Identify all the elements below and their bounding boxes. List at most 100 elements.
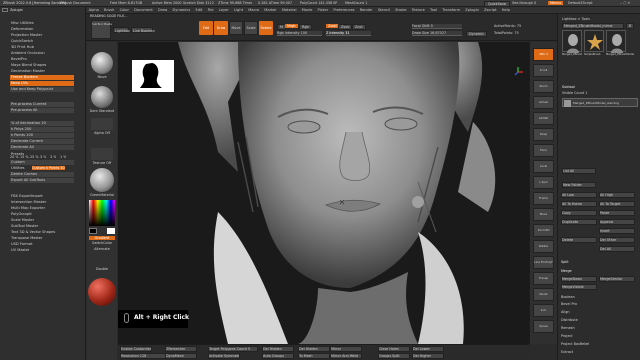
menu-file[interactable]: File: [205, 7, 216, 13]
merge-mergedown-button[interactable]: MergeDown: [561, 276, 597, 283]
r-button[interactable]: R: [626, 23, 634, 30]
switch-color-button[interactable]: SwitchColor: [89, 241, 115, 245]
dynamic-button[interactable]: Dynamic: [466, 31, 487, 38]
zplugin-item-ambient-occlusion[interactable]: Ambient Occlusion: [10, 51, 74, 56]
menu-stencil[interactable]: Stencil: [375, 7, 392, 13]
material-sphere-icon[interactable]: [90, 168, 114, 192]
menu-material[interactable]: Material: [279, 7, 299, 13]
bottom-zremesher-button[interactable]: ZRemesher: [165, 346, 197, 353]
zplugin-item-multi-map-exporter[interactable]: Multi Map Exporter: [10, 206, 74, 211]
view-move-button[interactable]: Move: [533, 208, 554, 221]
menu-edit[interactable]: Edit: [193, 7, 205, 13]
main-color-swatch[interactable]: [89, 228, 97, 234]
boolean-section[interactable]: Boolean: [561, 295, 575, 299]
zplugin-item-text-3d-vector-shapes[interactable]: Text 3D & Vector Shapes: [10, 230, 74, 235]
menu-document[interactable]: Document: [132, 7, 156, 13]
draw-button[interactable]: Draw: [214, 21, 228, 35]
bottom-resolution-128-button[interactable]: Resolution 128: [120, 353, 170, 360]
view-rotate-button[interactable]: Rotate: [533, 240, 554, 253]
menu-alpha[interactable]: Alpha: [86, 7, 101, 13]
view-solo-button[interactable]: Solo: [533, 304, 554, 317]
menu-movie[interactable]: Movie: [299, 7, 315, 13]
view-spix-3-button[interactable]: SPix 3: [533, 48, 554, 61]
bottom-to-mesh-button[interactable]: To Mesh: [298, 353, 330, 360]
move-button[interactable]: Move: [229, 21, 243, 35]
view-scroll-button[interactable]: Scroll: [533, 64, 554, 77]
canvas-viewport[interactable]: Alt + Right Click: [118, 42, 529, 344]
view-line-fill-polyf-button[interactable]: Line Fill PolyF: [533, 256, 554, 269]
subtool-remesh-section[interactable]: Remesh: [561, 326, 575, 330]
subtool-insert-button[interactable]: Insert: [599, 228, 635, 235]
list-all-button[interactable]: List All: [562, 168, 596, 175]
color-picker[interactable]: [89, 200, 115, 226]
draw-size-slider[interactable]: Draw Size 16.87027: [412, 31, 462, 37]
menu-preferences[interactable]: Preferences: [331, 7, 357, 13]
zplugin-item-usd-format[interactable]: USD Format: [10, 242, 74, 247]
menu-color[interactable]: Color: [117, 7, 132, 13]
custom-k-points-slider[interactable]: Custom k Points 30: [32, 166, 65, 171]
subtool-append-button[interactable]: Append: [599, 219, 635, 226]
gradient-button[interactable]: Gradient: [89, 236, 115, 241]
subtool-list-item[interactable]: Merged_ZBrushModel_warning: [562, 98, 638, 107]
zplugin-item-bevelpro[interactable]: BevelPro: [10, 57, 74, 62]
subtool-project-section[interactable]: Project: [561, 334, 573, 338]
rgb-button[interactable]: Rgb: [299, 24, 312, 31]
live-boolean-button[interactable]: Live Boolean: [131, 27, 155, 33]
menu-picker[interactable]: Picker: [315, 7, 331, 13]
view-persp-button[interactable]: Persp: [533, 128, 554, 141]
subtool-distribute-section[interactable]: Distribute: [561, 318, 578, 322]
subtool-paste-button[interactable]: Paste: [599, 210, 635, 217]
zplugin-item-pre-process-all[interactable]: Pre-process All: [10, 108, 74, 113]
zplugin-item-maya-blend-shapes[interactable]: Maya Blend Shapes: [10, 63, 74, 68]
stencil-alpha-preview[interactable]: [132, 60, 174, 92]
menu-render[interactable]: Render: [357, 7, 375, 13]
window-controls-icon[interactable]: ‒ ▢ ✕: [620, 1, 630, 5]
subtool-delete-button[interactable]: Delete: [561, 237, 597, 244]
view-zoom3d-button[interactable]: Zoom3D: [533, 224, 554, 237]
zplugin-item-subtool-master[interactable]: SubTool Master: [10, 224, 74, 229]
alternate-button[interactable]: Alternate: [89, 247, 115, 251]
zplugin-item--of-decimation-20[interactable]: % of decimation 20: [10, 121, 74, 126]
bottom-enable-customize-button[interactable]: Enable Customize: [120, 346, 152, 353]
preset-chip[interactable]: 3 %: [40, 155, 46, 159]
bottom-dynamesh-button[interactable]: DynaMesh: [165, 353, 197, 360]
bottom-activate-symmetry-button[interactable]: Activate Symmetry: [208, 353, 240, 360]
secondary-color-swatch[interactable]: [107, 228, 115, 234]
view-frame-button[interactable]: Frame: [533, 192, 554, 205]
bottom-auto-groups-button[interactable]: Auto Groups: [262, 353, 294, 360]
zplugin-item-uv-master[interactable]: UV Master: [10, 248, 74, 253]
bottom-mirror-button[interactable]: Mirror: [330, 346, 362, 353]
view-zoom-button[interactable]: Zoom: [533, 80, 554, 93]
axis-gizmo-icon[interactable]: [511, 64, 525, 78]
merge-mergesimilar-button[interactable]: MergeSimilar: [599, 276, 635, 283]
edit-button[interactable]: Edit: [199, 21, 213, 35]
menu-marker[interactable]: Marker: [262, 7, 280, 13]
zplugin-item-freeze-borders[interactable]: Freeze Borders: [10, 75, 74, 80]
view-local-button[interactable]: Local: [533, 160, 554, 173]
move-brush-icon[interactable]: [91, 52, 113, 74]
menu-zscript[interactable]: Zscript: [481, 7, 499, 13]
focal-shift-slider[interactable]: Focal Shift 0: [412, 24, 462, 30]
subtool-all-to-target-button[interactable]: All To Target: [599, 201, 635, 208]
menus-button[interactable]: Menus: [548, 0, 564, 5]
menu-help[interactable]: Help: [499, 7, 512, 13]
bottom-mirror-and-weld-button[interactable]: Mirror And Weld: [330, 353, 362, 360]
subtool-del-other-button[interactable]: Del Other: [599, 237, 635, 244]
zplugin-item-3d-print-hub[interactable]: 3D Print Hub: [10, 45, 74, 50]
zplugin-item-scale-master[interactable]: Scale Master: [10, 218, 74, 223]
zplugin-item-pre-process-current[interactable]: Pre-process Current: [10, 102, 74, 107]
preset-chip[interactable]: 3 %: [50, 155, 56, 159]
mrgb-button[interactable]: Mrgb: [285, 24, 298, 29]
menu-light[interactable]: Light: [231, 7, 245, 13]
lightbox-button[interactable]: LightBox: [113, 27, 130, 33]
subtool-bevel-pro-section[interactable]: Bevel Pro: [561, 302, 577, 306]
tool-thumbnail-3[interactable]: [606, 30, 626, 53]
merge-section[interactable]: Merge: [561, 269, 572, 273]
see-through-slider[interactable]: See-through 0: [512, 1, 536, 5]
subtool-header[interactable]: Subtool: [562, 85, 575, 89]
bottom-del-higher-button[interactable]: Del Higher: [412, 353, 444, 360]
menu-draw[interactable]: Draw: [155, 7, 170, 13]
dam-standard-brush-icon[interactable]: [91, 86, 113, 108]
bottom-del-hidden-button[interactable]: Del Hidden: [262, 346, 294, 353]
tool-name-field[interactable]: Merged_ZBrushModel_mirror: [562, 23, 624, 30]
